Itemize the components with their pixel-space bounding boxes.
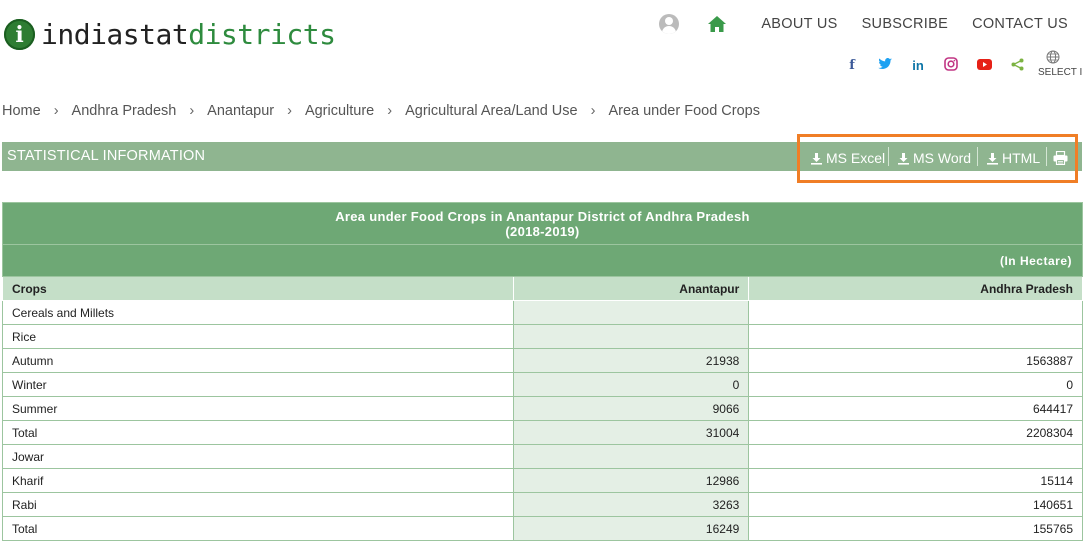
ms-excel-download-button[interactable]: MS Excel	[810, 150, 885, 166]
breadcrumb-home[interactable]: Home	[2, 103, 41, 119]
linkedin-icon[interactable]: in	[909, 58, 927, 73]
andhra-pradesh-cell: 2208304	[748, 420, 1083, 445]
table-row: Jowar	[1, 444, 1083, 469]
table-row: Summer 9066 644417	[1, 396, 1083, 421]
ms-word-download-button[interactable]: MS Word	[897, 150, 971, 166]
crop-cell: Summer	[1, 396, 515, 421]
column-header-crops: Crops	[1, 276, 515, 301]
table-subtitle: (2018-2019)	[505, 224, 580, 239]
column-header-andhra-pradesh: Andhra Pradesh	[748, 276, 1083, 301]
breadcrumb-separator: ›	[590, 103, 596, 119]
table-row: Rice	[1, 324, 1083, 349]
logo-text-part1: indiastat	[41, 18, 189, 51]
anantapur-cell: 12986	[513, 468, 750, 493]
breadcrumb-state[interactable]: Andhra Pradesh	[72, 103, 177, 119]
crop-cell: Jowar	[1, 444, 515, 469]
download-icon	[987, 152, 998, 165]
food-crops-table: Area under Food Crops in Anantapur Distr…	[1, 202, 1083, 541]
globe-icon	[1046, 50, 1084, 67]
download-icon	[811, 152, 822, 165]
crop-cell: Rice	[1, 324, 515, 349]
anantapur-cell	[513, 300, 750, 325]
breadcrumb-subcategory[interactable]: Agricultural Area/Land Use	[405, 103, 578, 119]
toolbar-divider	[977, 147, 978, 166]
table-unit: (In Hectare)	[2, 244, 1083, 277]
breadcrumb-separator: ›	[53, 103, 59, 119]
user-avatar-icon[interactable]	[659, 14, 680, 34]
logo-text: indiastatdistricts	[41, 18, 336, 51]
youtube-icon[interactable]	[975, 58, 993, 73]
andhra-pradesh-cell: 644417	[748, 396, 1083, 421]
nav-about-us[interactable]: ABOUT US	[761, 16, 837, 32]
crop-cell: Kharif	[1, 468, 515, 493]
language-selector[interactable]: SELECT I	[1038, 50, 1084, 78]
breadcrumb: Home › Andhra Pradesh › Anantapur › Agricultur…	[2, 103, 760, 119]
share-icon[interactable]	[1008, 58, 1026, 74]
toolbar-divider	[1046, 147, 1047, 166]
instagram-icon[interactable]	[942, 57, 960, 74]
breadcrumb-current: Area under Food Crops	[608, 103, 760, 119]
print-icon	[1053, 151, 1068, 165]
andhra-pradesh-cell	[748, 324, 1083, 349]
twitter-icon[interactable]	[876, 58, 894, 73]
breadcrumb-district[interactable]: Anantapur	[207, 103, 274, 119]
andhra-pradesh-cell: 155765	[748, 516, 1083, 541]
breadcrumb-separator: ›	[387, 103, 393, 119]
table-row: Winter 0 0	[1, 372, 1083, 397]
anantapur-cell: 31004	[513, 420, 750, 445]
home-icon[interactable]	[707, 15, 727, 33]
crop-cell: Rabi	[1, 492, 515, 517]
andhra-pradesh-cell	[748, 300, 1083, 325]
print-button[interactable]	[1053, 151, 1068, 165]
anantapur-cell	[513, 324, 750, 349]
table-row: Total 16249 155765	[1, 516, 1083, 541]
table-title: Area under Food Crops in Anantapur Distr…	[335, 209, 750, 224]
top-nav: ABOUT US SUBSCRIBE CONTACT US	[659, 14, 1068, 34]
html-download-button[interactable]: HTML	[986, 150, 1040, 166]
table-header-row: Crops Anantapur Andhra Pradesh	[1, 276, 1083, 301]
andhra-pradesh-cell: 0	[748, 372, 1083, 397]
andhra-pradesh-cell: 15114	[748, 468, 1083, 493]
data-table-container: Area under Food Crops in Anantapur Distr…	[1, 202, 1083, 541]
logo-text-part2: districts	[188, 18, 336, 51]
anantapur-cell: 0	[513, 372, 750, 397]
crop-cell: Total	[1, 516, 515, 541]
table-row: Cereals and Millets	[1, 300, 1083, 325]
andhra-pradesh-cell	[748, 444, 1083, 469]
toolbar-divider	[888, 147, 889, 166]
anantapur-cell: 16249	[513, 516, 750, 541]
crop-cell: Autumn	[1, 348, 515, 373]
crop-cell: Winter	[1, 372, 515, 397]
table-row: Kharif 12986 15114	[1, 468, 1083, 493]
andhra-pradesh-cell: 140651	[748, 492, 1083, 517]
crop-cell: Cereals and Millets	[1, 300, 515, 325]
anantapur-cell: 3263	[513, 492, 750, 517]
social-links: f in	[828, 57, 1026, 74]
crop-cell: Total	[1, 420, 515, 445]
andhra-pradesh-cell: 1563887	[748, 348, 1083, 373]
ms-word-label: MS Word	[913, 150, 972, 166]
html-label: HTML	[1002, 150, 1041, 166]
table-row: Autumn 21938 1563887	[1, 348, 1083, 373]
info-logo-icon: i	[4, 19, 35, 50]
ms-excel-label: MS Excel	[826, 150, 886, 166]
language-label: SELECT I	[1038, 67, 1083, 78]
anantapur-cell	[513, 444, 750, 469]
breadcrumb-category[interactable]: Agriculture	[305, 103, 374, 119]
anantapur-cell: 9066	[513, 396, 750, 421]
table-row: Total 31004 2208304	[1, 420, 1083, 445]
facebook-icon[interactable]: f	[843, 58, 861, 73]
download-icon	[898, 152, 909, 165]
table-title-cell: Area under Food Crops in Anantapur Distr…	[2, 202, 1083, 245]
breadcrumb-separator: ›	[287, 103, 292, 119]
nav-contact-us[interactable]: CONTACT US	[972, 16, 1068, 32]
anantapur-cell: 21938	[513, 348, 750, 373]
nav-subscribe[interactable]: SUBSCRIBE	[862, 16, 949, 32]
column-header-anantapur: Anantapur	[513, 276, 750, 301]
site-logo[interactable]: i indiastatdistricts	[4, 18, 336, 51]
breadcrumb-separator: ›	[189, 103, 195, 119]
table-row: Rabi 3263 140651	[1, 492, 1083, 517]
section-title: STATISTICAL INFORMATION	[7, 148, 206, 164]
